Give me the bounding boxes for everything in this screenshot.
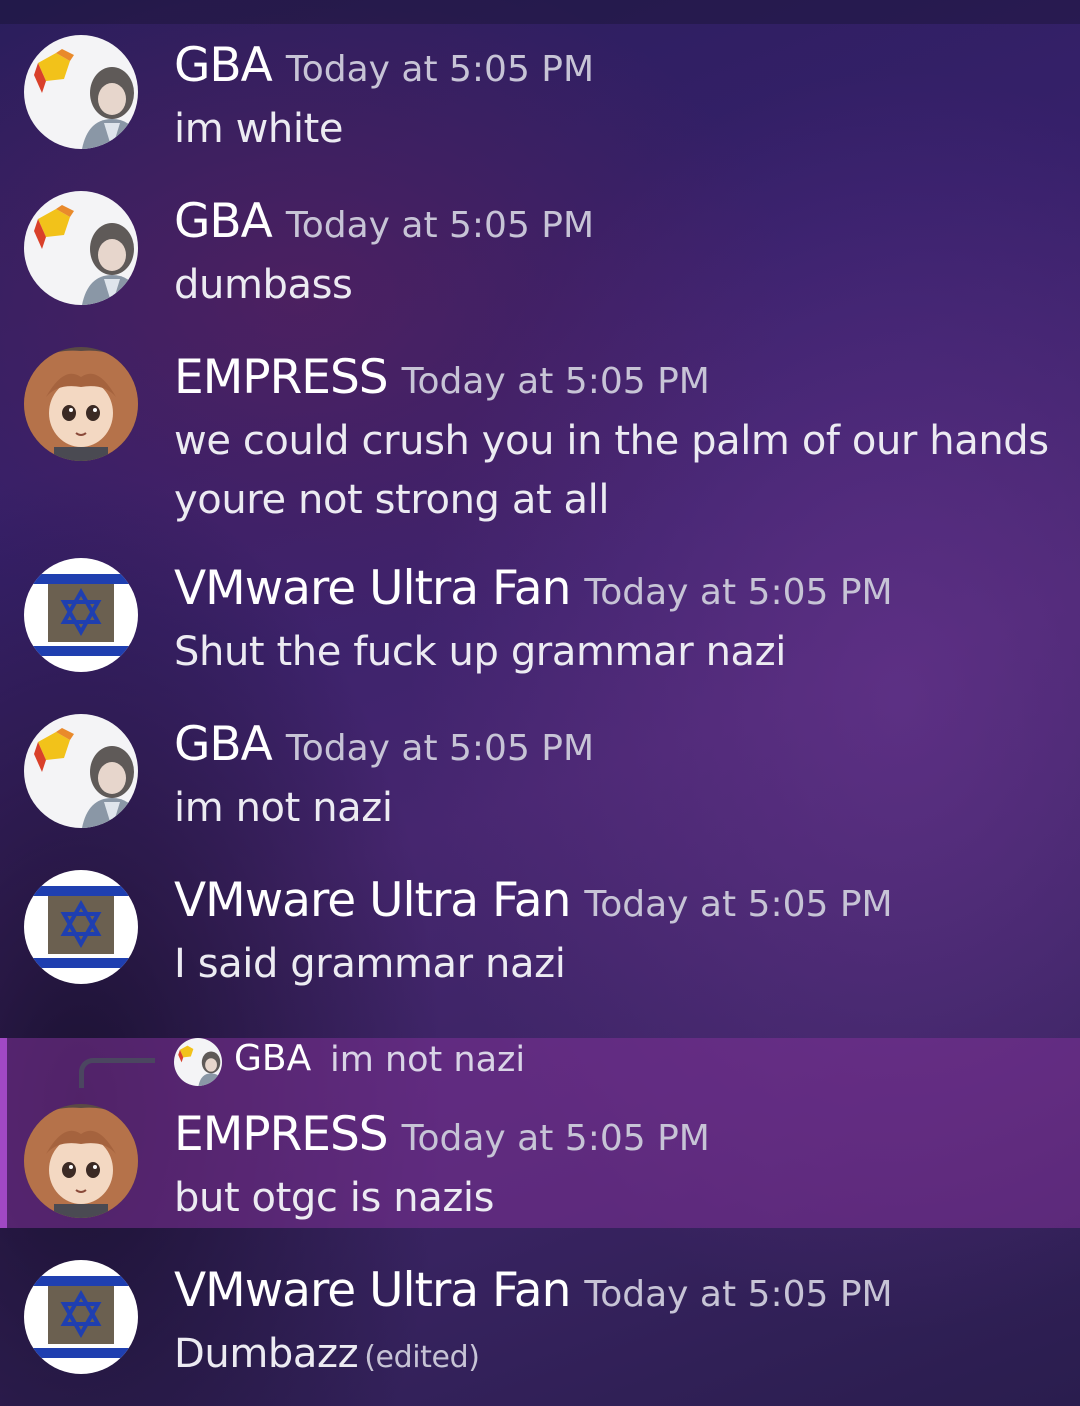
username[interactable]: VMware Ultra Fan — [174, 1263, 571, 1318]
avatar[interactable] — [24, 35, 138, 149]
message-text: I said grammar nazi — [174, 941, 566, 987]
mention-highlight-bar — [0, 1038, 7, 1228]
avatar[interactable] — [24, 1104, 138, 1218]
username[interactable]: GBA — [174, 38, 273, 93]
username[interactable]: VMware Ultra Fan — [174, 561, 571, 616]
message-text: we could crush you in the palm of our ha… — [174, 418, 1049, 464]
avatar[interactable] — [24, 347, 138, 461]
reply-username[interactable]: GBA — [234, 1038, 311, 1079]
edited-label: (edited) — [364, 1340, 480, 1375]
timestamp: Today at 5:05 PM — [285, 728, 595, 769]
message-text: Dumbazz — [174, 1331, 359, 1377]
avatar[interactable] — [24, 558, 138, 672]
avatar[interactable] — [24, 870, 138, 984]
timestamp: Today at 5:05 PM — [285, 49, 595, 90]
username[interactable]: VMware Ultra Fan — [174, 873, 571, 928]
timestamp: Today at 5:05 PM — [584, 572, 893, 613]
reply-preview-text[interactable]: im not nazi — [330, 1040, 525, 1080]
message-text: im white — [174, 106, 344, 152]
timestamp: Today at 5:05 PM — [584, 1274, 893, 1315]
username[interactable]: GBA — [174, 194, 273, 249]
avatar[interactable] — [24, 1260, 138, 1374]
reply-connector-line — [79, 1058, 155, 1088]
username[interactable]: EMPRESS — [174, 350, 389, 405]
message-text: but otgc is nazis — [174, 1175, 495, 1221]
username[interactable]: EMPRESS — [174, 1107, 389, 1162]
username[interactable]: GBA — [174, 717, 273, 772]
message-text: youre not strong at all — [174, 477, 610, 523]
message-text: dumbass — [174, 262, 353, 308]
timestamp: Today at 5:05 PM — [584, 884, 893, 925]
avatar[interactable] — [24, 714, 138, 828]
chat-message-list[interactable]: GBA Today at 5:05 PM im white GBA Today at… — [0, 0, 1080, 1406]
avatar[interactable] — [24, 191, 138, 305]
timestamp: Today at 5:05 PM — [401, 361, 710, 402]
message-text: Shut the fuck up grammar nazi — [174, 629, 786, 675]
timestamp: Today at 5:05 PM — [401, 1118, 710, 1159]
reply-avatar[interactable] — [174, 1038, 222, 1086]
message-text: im not nazi — [174, 785, 393, 831]
timestamp: Today at 5:05 PM — [285, 205, 595, 246]
